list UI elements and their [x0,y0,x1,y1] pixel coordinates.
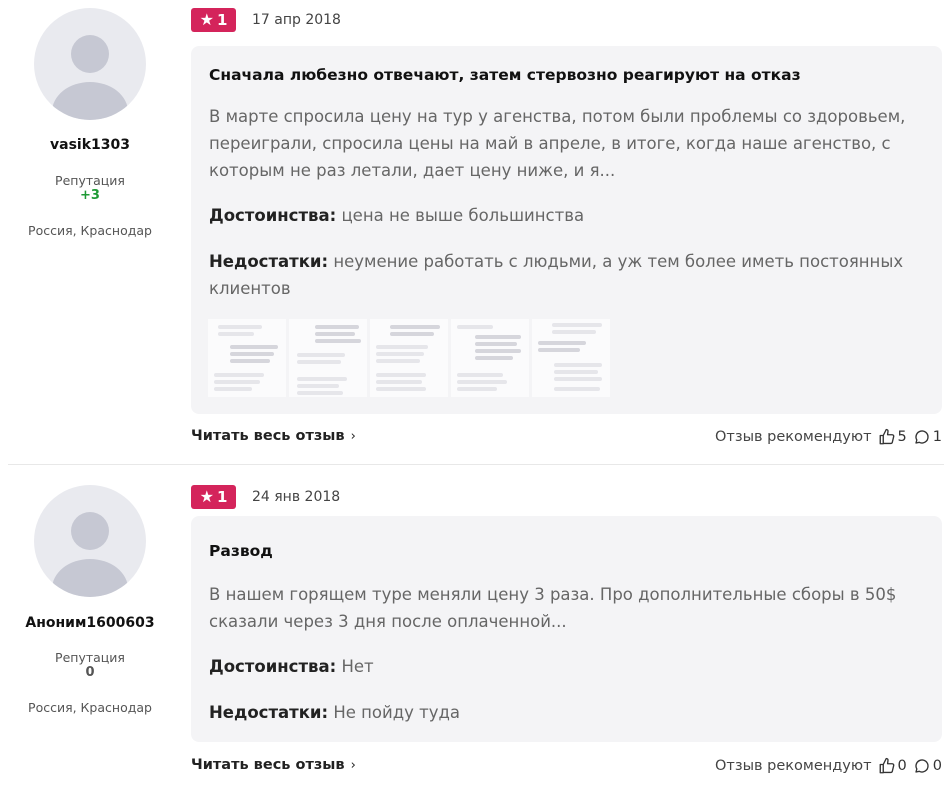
cons-label: Недостатки: [209,252,329,271]
username[interactable]: vasik1303 [0,137,180,153]
photo-thumbnail[interactable] [289,319,367,397]
reputation-label: Репутация [55,173,125,188]
recommend-block: Отзыв рекомендуют 5 1 [715,428,942,446]
photo-thumbnail[interactable] [451,319,529,397]
review-pros: Достоинства: Нет [209,653,924,680]
photo-thumbnail[interactable] [532,319,610,397]
user-info: vasik1303 [0,137,180,153]
like-count: 0 [897,758,907,774]
rating-badge: ★ 1 [191,8,236,32]
comment-button[interactable]: 1 [913,428,942,446]
review-footer: Читать весь отзыв › Отзыв рекомендуют 5 1 [191,428,942,448]
pros-text: цена не выше большинства [341,206,585,225]
recommend-label: Отзыв рекомендуют [715,429,872,445]
star-icon: ★ [199,10,214,29]
review-card: vasik1303 Репутация +3 Россия, Краснодар… [0,0,952,464]
chevron-right-icon: › [350,429,356,444]
review-footer: Читать весь отзыв › Отзыв рекомендуют 0 0 [191,757,942,777]
like-button[interactable]: 5 [878,428,907,446]
rating-badge: ★ 1 [191,485,236,509]
review-text[interactable]: В марте спросила цену на тур у агенства,… [209,103,924,184]
like-button[interactable]: 0 [878,757,907,775]
rating-value: 1 [216,488,228,506]
pros-label: Достоинства: [209,206,337,225]
comment-count: 0 [932,758,942,774]
comment-icon [915,759,929,773]
thumbs-up-icon [879,757,894,774]
review-title[interactable]: Сначала любезно отвечают, затем стервозн… [209,66,801,84]
reputation-value: +3 [80,188,100,203]
recommend-block: Отзыв рекомендуют 0 0 [715,757,942,775]
read-more-label: Читать весь отзыв [191,757,345,773]
review-date: 17 апр 2018 [252,12,341,28]
cons-label: Недостатки: [209,703,329,722]
review-body[interactable]: Сначала любезно отвечают, затем стервозн… [191,46,942,414]
read-more-link[interactable]: Читать весь отзыв › [191,428,356,444]
recommend-label: Отзыв рекомендуют [715,758,872,774]
photo-thumbnail[interactable] [370,319,448,397]
review-title[interactable]: Развод [209,542,273,560]
rating-value: 1 [216,11,228,29]
review-cons: Недостатки: Не пойду туда [209,699,924,726]
photo-thumbnail[interactable] [208,319,286,397]
avatar[interactable] [34,485,146,597]
cons-text: Не пойду туда [333,703,461,722]
username[interactable]: Аноним1600603 [0,615,180,631]
comment-count: 1 [932,429,942,445]
review-card: Аноним1600603 Репутация 0 Россия, Красно… [0,465,952,786]
thumbs-up-icon [879,428,894,445]
pros-label: Достоинства: [209,657,337,676]
reputation-label: Репутация [55,650,125,665]
like-count: 5 [897,429,907,445]
comment-button[interactable]: 0 [913,757,942,775]
read-more-label: Читать весь отзыв [191,428,345,444]
reputation-value: 0 [85,665,95,680]
review-text[interactable]: В нашем горящем туре меняли цену 3 раза.… [209,581,924,635]
avatar[interactable] [34,8,146,120]
review-cons: Недостатки: неумение работать с людьми, … [209,248,924,302]
user-city: Россия, Краснодар [28,700,152,715]
photo-gallery [208,319,610,397]
review-body[interactable]: Развод В нашем горящем туре меняли цену … [191,516,942,742]
pros-text: Нет [341,657,374,676]
read-more-link[interactable]: Читать весь отзыв › [191,757,356,773]
review-date: 24 янв 2018 [252,489,341,505]
star-icon: ★ [199,487,214,506]
chevron-right-icon: › [350,758,356,773]
review-pros: Достоинства: цена не выше большинства [209,202,924,229]
user-info: Аноним1600603 [0,615,180,631]
comment-icon [915,430,929,444]
user-city: Россия, Краснодар [28,223,152,238]
